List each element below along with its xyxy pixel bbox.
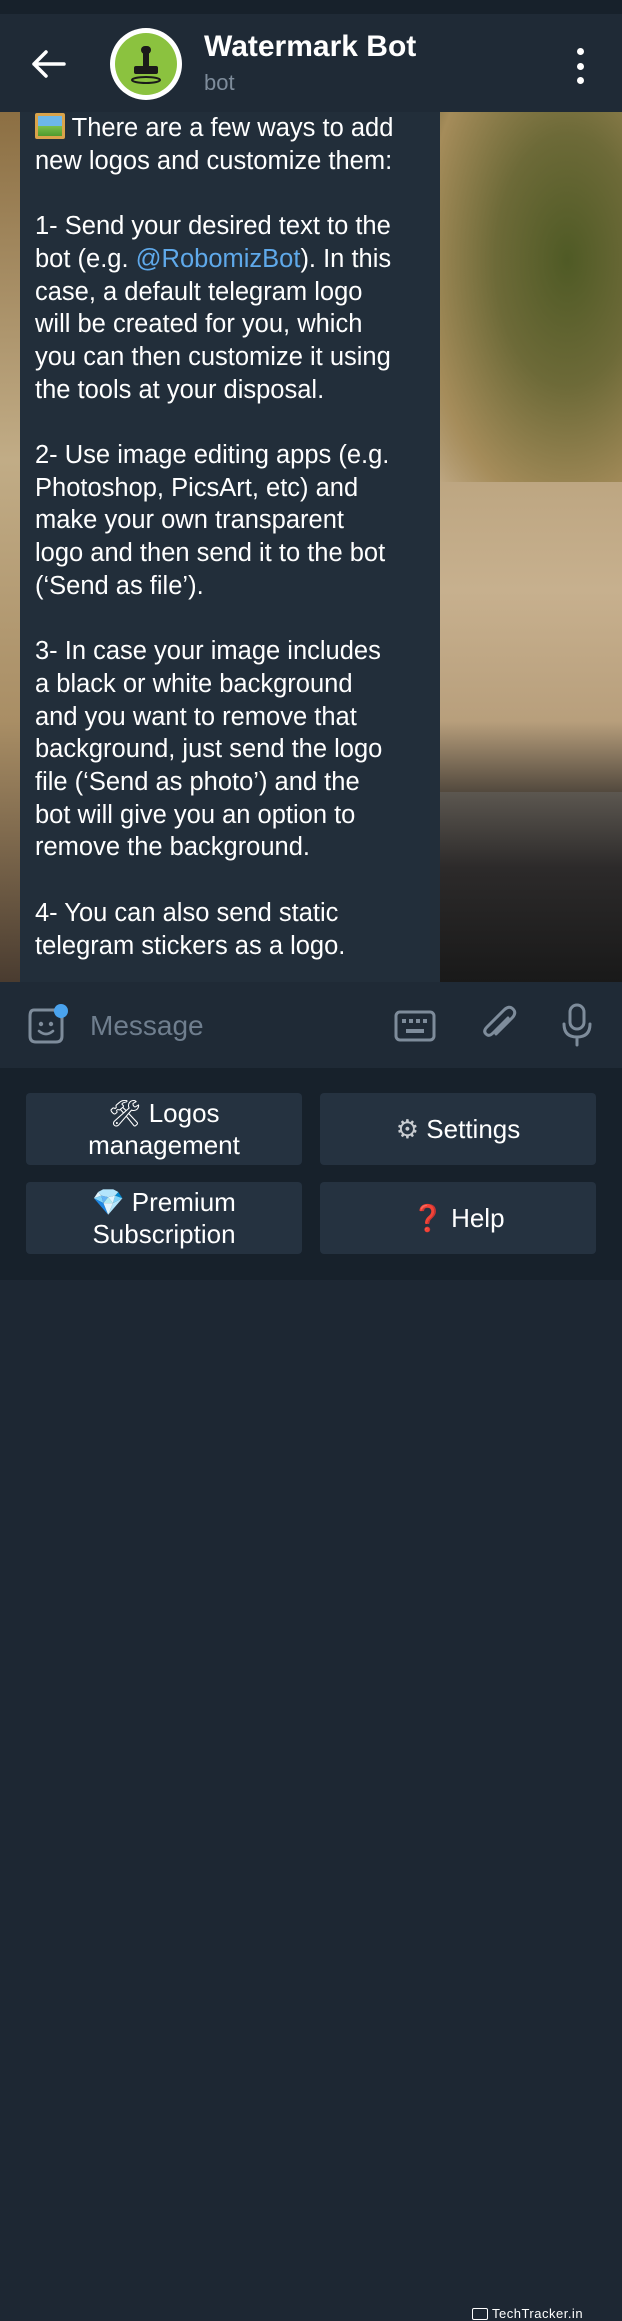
settings-button[interactable]: ⚙ Settings <box>320 1093 596 1165</box>
message-input-bar: Message <box>0 982 622 1068</box>
gear-icon: ⚙ <box>395 1114 420 1144</box>
bot-keyboard-icon[interactable] <box>394 1010 436 1042</box>
question-icon: ❓ <box>411 1203 444 1233</box>
stamp-icon <box>131 46 161 84</box>
back-arrow-icon[interactable] <box>28 48 68 80</box>
bot-keyboard: 🛠 Logos management ⚙ Settings 💎 Premium Su… <box>0 1068 622 2321</box>
picture-emoji-icon <box>35 113 65 139</box>
microphone-icon[interactable] <box>560 1002 594 1048</box>
chat-header: Watermark Bot bot <box>0 14 622 112</box>
chat-subtitle: bot <box>204 70 235 95</box>
chat-title[interactable]: Watermark Bot <box>204 30 416 64</box>
attach-icon[interactable] <box>478 1004 518 1046</box>
diamond-icon: 💎 <box>92 1187 125 1217</box>
premium-subscription-button[interactable]: 💎 Premium Subscription <box>26 1182 302 1254</box>
new-stickers-dot <box>54 1004 68 1018</box>
logos-management-button[interactable]: 🛠 Logos management <box>26 1093 302 1165</box>
message-text: There are a few ways to add new logos an… <box>35 113 394 960</box>
browser-icon <box>472 2307 488 2320</box>
bot-avatar[interactable] <box>110 28 182 100</box>
message-input[interactable]: Message <box>90 1010 204 1042</box>
mention-link[interactable]: @RobomizBot <box>136 245 301 273</box>
status-bar <box>0 0 622 14</box>
help-button[interactable]: ❓ Help <box>320 1182 596 1254</box>
tools-icon: 🛠 <box>108 1098 142 1128</box>
more-options-icon[interactable] <box>568 48 592 84</box>
watermark: TechTracker.in <box>472 2306 583 2321</box>
